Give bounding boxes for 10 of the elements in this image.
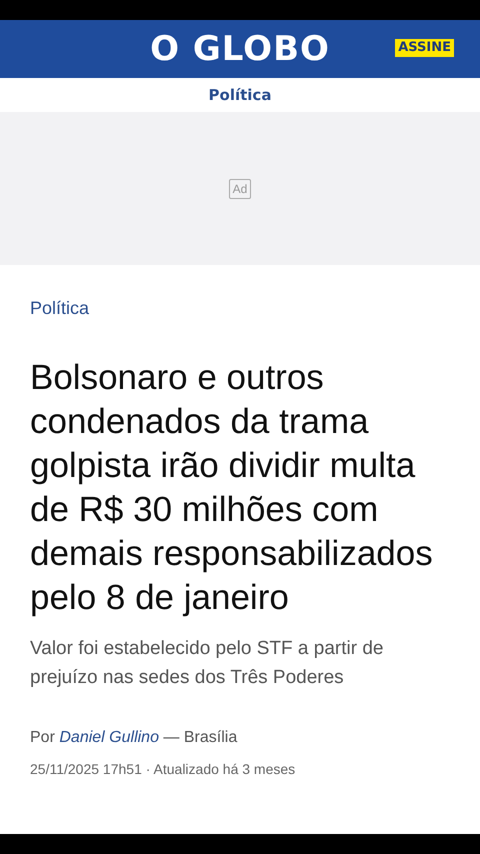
- section-link[interactable]: Política: [30, 295, 90, 322]
- ad-label: Ad: [228, 178, 252, 198]
- author-link[interactable]: Daniel Gullino: [59, 729, 159, 746]
- subtitle: Valor foi estabelecido pelo STF a partir de prejuízo nas sedes dos Três Poderes: [30, 637, 384, 690]
- byline: Por Daniel Gullino — Brasília: [30, 728, 238, 748]
- subscribe-button[interactable]: ASSINE: [395, 39, 454, 57]
- headline: Bolsonaro e outros condenados da trama golpista irão dividir multa de R$ 30 milhões com demais responsabilizados pelo 8 de janeiro: [30, 357, 434, 619]
- logo[interactable]: O GLOBO: [150, 24, 330, 74]
- section-link[interactable]: Política: [208, 84, 272, 106]
- timestamp: 25/11/2025 17h51 · Atualizado há 3 meses: [30, 760, 296, 779]
